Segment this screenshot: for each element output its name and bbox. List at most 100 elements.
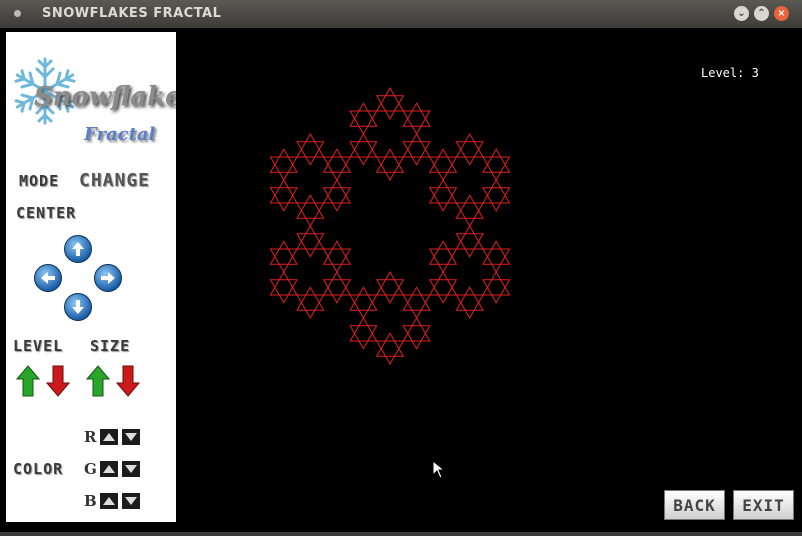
fractal-triangle [402, 132, 431, 158]
logo-title: Snowflakes [34, 82, 197, 112]
fractal-triangle [375, 148, 405, 173]
fractal-triangle [455, 141, 484, 166]
fractal-triangle [482, 279, 511, 304]
size-label: SIZE [90, 337, 131, 355]
fractal-triangle [269, 240, 298, 265]
level-up-button[interactable] [16, 365, 40, 397]
fractal-triangle [428, 279, 458, 304]
fractal-triangle [349, 294, 378, 320]
fractal-triangle [296, 294, 325, 319]
move-right-button[interactable] [94, 264, 122, 292]
fractal-triangle [296, 286, 325, 311]
blue-label: B [84, 492, 97, 510]
center-label: CENTER [16, 204, 77, 222]
fractal-triangle [322, 248, 352, 273]
fractal-triangle [322, 148, 352, 173]
fractal-triangle [428, 148, 458, 173]
move-up-button[interactable] [64, 235, 92, 263]
fractal-triangle [375, 332, 405, 357]
fractal-triangle [402, 316, 431, 342]
close-icon[interactable]: × [774, 6, 789, 21]
fractal-triangle [375, 279, 405, 304]
fractal-triangle [375, 95, 405, 120]
fractal-triangle [428, 187, 458, 212]
fractal-triangle [322, 156, 352, 181]
maximize-icon[interactable]: ⌃ [754, 6, 769, 21]
fractal-triangle [428, 156, 458, 181]
fractal-triangle [269, 178, 298, 204]
green-up-button[interactable] [100, 461, 118, 477]
fractal-triangle [322, 187, 352, 212]
minimize-icon[interactable]: ⌄ [734, 6, 749, 21]
move-down-button[interactable] [64, 293, 92, 321]
window-menu-icon[interactable] [14, 10, 21, 17]
fractal-triangle [455, 133, 484, 158]
fractal-triangle [269, 279, 298, 304]
fractal-triangle [296, 233, 325, 258]
fractal-triangle [349, 325, 378, 350]
level-down-button[interactable] [46, 365, 70, 397]
fractal-triangle [322, 279, 352, 304]
blue-up-button[interactable] [100, 493, 118, 509]
move-left-button[interactable] [34, 264, 62, 292]
color-label: COLOR [13, 460, 64, 478]
fractal-triangle [349, 316, 378, 342]
window-title: SNOWFLAKES FRACTAL [42, 6, 222, 21]
fractal-triangle [428, 271, 458, 296]
red-up-button[interactable] [100, 429, 118, 445]
fractal-triangle [349, 102, 378, 127]
change-mode-button[interactable]: CHANGE [79, 170, 150, 191]
fractal-triangle [482, 178, 511, 204]
fractal-triangle [375, 87, 405, 112]
blue-down-button[interactable] [122, 493, 140, 509]
fractal-triangle [349, 132, 378, 158]
fractal-triangle [322, 179, 352, 204]
control-panel: Snowflakes Fractal MODE CHANGE CENTER LE… [6, 32, 196, 522]
back-button[interactable]: BACK [664, 490, 725, 520]
fractal-triangle [296, 133, 325, 158]
fractal-triangle [402, 325, 431, 350]
arrow-down-icon [72, 300, 84, 314]
fractal-triangle [322, 271, 352, 296]
fractal-triangle [482, 187, 511, 212]
fractal-triangle [428, 179, 458, 204]
fractal-triangle [269, 187, 298, 212]
fractal-triangle [482, 270, 511, 296]
fractal-triangle [428, 248, 458, 273]
fractal-triangle [482, 148, 511, 173]
fractal-triangle [349, 110, 378, 136]
fractal-triangle [375, 340, 405, 365]
fractal-triangle [402, 141, 431, 166]
mouse-cursor-icon [432, 460, 446, 479]
logo-subtitle: Fractal [84, 124, 156, 145]
fractal-triangle [455, 294, 484, 319]
size-up-button[interactable] [86, 365, 110, 397]
level-indicator: Level: 3 [701, 66, 759, 80]
fractal-triangle [482, 248, 511, 274]
fractal-triangle [455, 225, 484, 250]
exit-button[interactable]: EXIT [733, 490, 794, 520]
fractal-canvas[interactable] [176, 28, 802, 532]
fractal-triangle [269, 156, 298, 182]
fractal-triangle [455, 286, 484, 311]
level-label: LEVEL [13, 337, 64, 355]
red-label: R [84, 428, 97, 446]
fractal-triangle [375, 271, 405, 296]
fractal-triangle [402, 110, 431, 136]
red-down-button[interactable] [122, 429, 140, 445]
size-down-button[interactable] [116, 365, 140, 397]
fractal-triangle [402, 102, 431, 127]
fractal-triangle [455, 194, 484, 219]
arrow-left-icon [41, 272, 55, 284]
fractal-triangle [322, 240, 352, 265]
fractal-triangle [296, 202, 325, 227]
green-label: G [84, 460, 97, 478]
snowflake-fractal [269, 87, 511, 365]
fractal-triangle [269, 148, 298, 173]
mode-label: MODE [19, 172, 60, 190]
fractal-triangle [375, 156, 405, 181]
fractal-triangle [402, 294, 431, 320]
green-down-button[interactable] [122, 461, 140, 477]
fractal-triangle [482, 240, 511, 265]
fractal-triangle [402, 286, 431, 311]
